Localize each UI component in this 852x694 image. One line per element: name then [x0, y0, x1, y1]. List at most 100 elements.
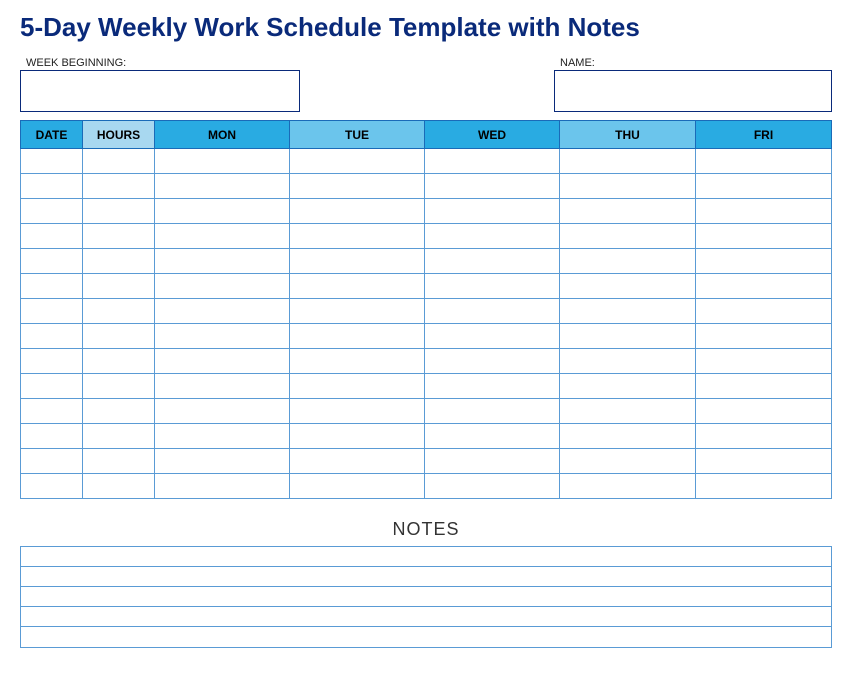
table-cell[interactable]: [21, 224, 83, 249]
table-cell[interactable]: [155, 474, 290, 499]
table-cell[interactable]: [560, 299, 696, 324]
table-cell[interactable]: [155, 374, 290, 399]
table-cell[interactable]: [83, 174, 155, 199]
table-cell[interactable]: [696, 324, 832, 349]
week-beginning-input[interactable]: [20, 70, 300, 112]
table-cell[interactable]: [83, 324, 155, 349]
table-cell[interactable]: [290, 449, 425, 474]
table-cell[interactable]: [290, 424, 425, 449]
table-cell[interactable]: [290, 349, 425, 374]
table-cell[interactable]: [425, 424, 560, 449]
table-cell[interactable]: [21, 299, 83, 324]
table-cell[interactable]: [155, 449, 290, 474]
table-cell[interactable]: [696, 224, 832, 249]
table-cell[interactable]: [560, 474, 696, 499]
table-cell[interactable]: [696, 399, 832, 424]
table-cell[interactable]: [290, 199, 425, 224]
table-cell[interactable]: [560, 324, 696, 349]
table-cell[interactable]: [696, 349, 832, 374]
table-cell[interactable]: [21, 274, 83, 299]
table-cell[interactable]: [21, 249, 83, 274]
table-cell[interactable]: [155, 349, 290, 374]
table-cell[interactable]: [425, 474, 560, 499]
table-cell[interactable]: [155, 424, 290, 449]
table-cell[interactable]: [425, 299, 560, 324]
table-cell[interactable]: [425, 374, 560, 399]
table-cell[interactable]: [83, 224, 155, 249]
table-cell[interactable]: [696, 449, 832, 474]
table-cell[interactable]: [83, 199, 155, 224]
table-cell[interactable]: [560, 424, 696, 449]
table-cell[interactable]: [425, 449, 560, 474]
table-cell[interactable]: [560, 249, 696, 274]
table-cell[interactable]: [290, 299, 425, 324]
table-cell[interactable]: [290, 174, 425, 199]
table-cell[interactable]: [290, 474, 425, 499]
table-cell[interactable]: [21, 349, 83, 374]
table-cell[interactable]: [560, 349, 696, 374]
table-cell[interactable]: [290, 249, 425, 274]
table-cell[interactable]: [83, 299, 155, 324]
table-cell[interactable]: [155, 249, 290, 274]
table-cell[interactable]: [83, 274, 155, 299]
table-cell[interactable]: [155, 149, 290, 174]
table-cell[interactable]: [425, 399, 560, 424]
table-cell[interactable]: [696, 299, 832, 324]
table-cell[interactable]: [83, 424, 155, 449]
table-cell[interactable]: [21, 174, 83, 199]
notes-line[interactable]: [21, 547, 831, 567]
table-cell[interactable]: [425, 249, 560, 274]
table-cell[interactable]: [696, 374, 832, 399]
table-cell[interactable]: [83, 349, 155, 374]
table-cell[interactable]: [155, 199, 290, 224]
table-cell[interactable]: [696, 424, 832, 449]
table-cell[interactable]: [425, 224, 560, 249]
table-cell[interactable]: [696, 249, 832, 274]
table-cell[interactable]: [155, 299, 290, 324]
table-cell[interactable]: [560, 174, 696, 199]
table-cell[interactable]: [425, 174, 560, 199]
table-cell[interactable]: [21, 149, 83, 174]
table-cell[interactable]: [21, 199, 83, 224]
notes-line[interactable]: [21, 567, 831, 587]
table-cell[interactable]: [155, 399, 290, 424]
table-cell[interactable]: [696, 174, 832, 199]
notes-line[interactable]: [21, 627, 831, 647]
table-cell[interactable]: [290, 324, 425, 349]
table-cell[interactable]: [425, 349, 560, 374]
table-cell[interactable]: [560, 374, 696, 399]
table-cell[interactable]: [83, 374, 155, 399]
table-cell[interactable]: [425, 324, 560, 349]
table-cell[interactable]: [696, 474, 832, 499]
table-cell[interactable]: [560, 149, 696, 174]
table-cell[interactable]: [83, 249, 155, 274]
table-cell[interactable]: [696, 199, 832, 224]
table-cell[interactable]: [560, 399, 696, 424]
table-cell[interactable]: [21, 324, 83, 349]
notes-box[interactable]: [20, 546, 832, 648]
table-cell[interactable]: [21, 374, 83, 399]
table-cell[interactable]: [696, 274, 832, 299]
table-cell[interactable]: [425, 149, 560, 174]
table-cell[interactable]: [425, 274, 560, 299]
table-cell[interactable]: [21, 474, 83, 499]
table-cell[interactable]: [560, 199, 696, 224]
table-cell[interactable]: [83, 149, 155, 174]
notes-line[interactable]: [21, 587, 831, 607]
table-cell[interactable]: [155, 174, 290, 199]
table-cell[interactable]: [560, 274, 696, 299]
table-cell[interactable]: [290, 399, 425, 424]
table-cell[interactable]: [696, 149, 832, 174]
table-cell[interactable]: [290, 274, 425, 299]
table-cell[interactable]: [83, 474, 155, 499]
table-cell[interactable]: [560, 224, 696, 249]
table-cell[interactable]: [155, 324, 290, 349]
table-cell[interactable]: [290, 374, 425, 399]
table-cell[interactable]: [425, 199, 560, 224]
table-cell[interactable]: [21, 399, 83, 424]
table-cell[interactable]: [155, 224, 290, 249]
table-cell[interactable]: [290, 224, 425, 249]
name-input[interactable]: [554, 70, 832, 112]
table-cell[interactable]: [83, 399, 155, 424]
table-cell[interactable]: [290, 149, 425, 174]
